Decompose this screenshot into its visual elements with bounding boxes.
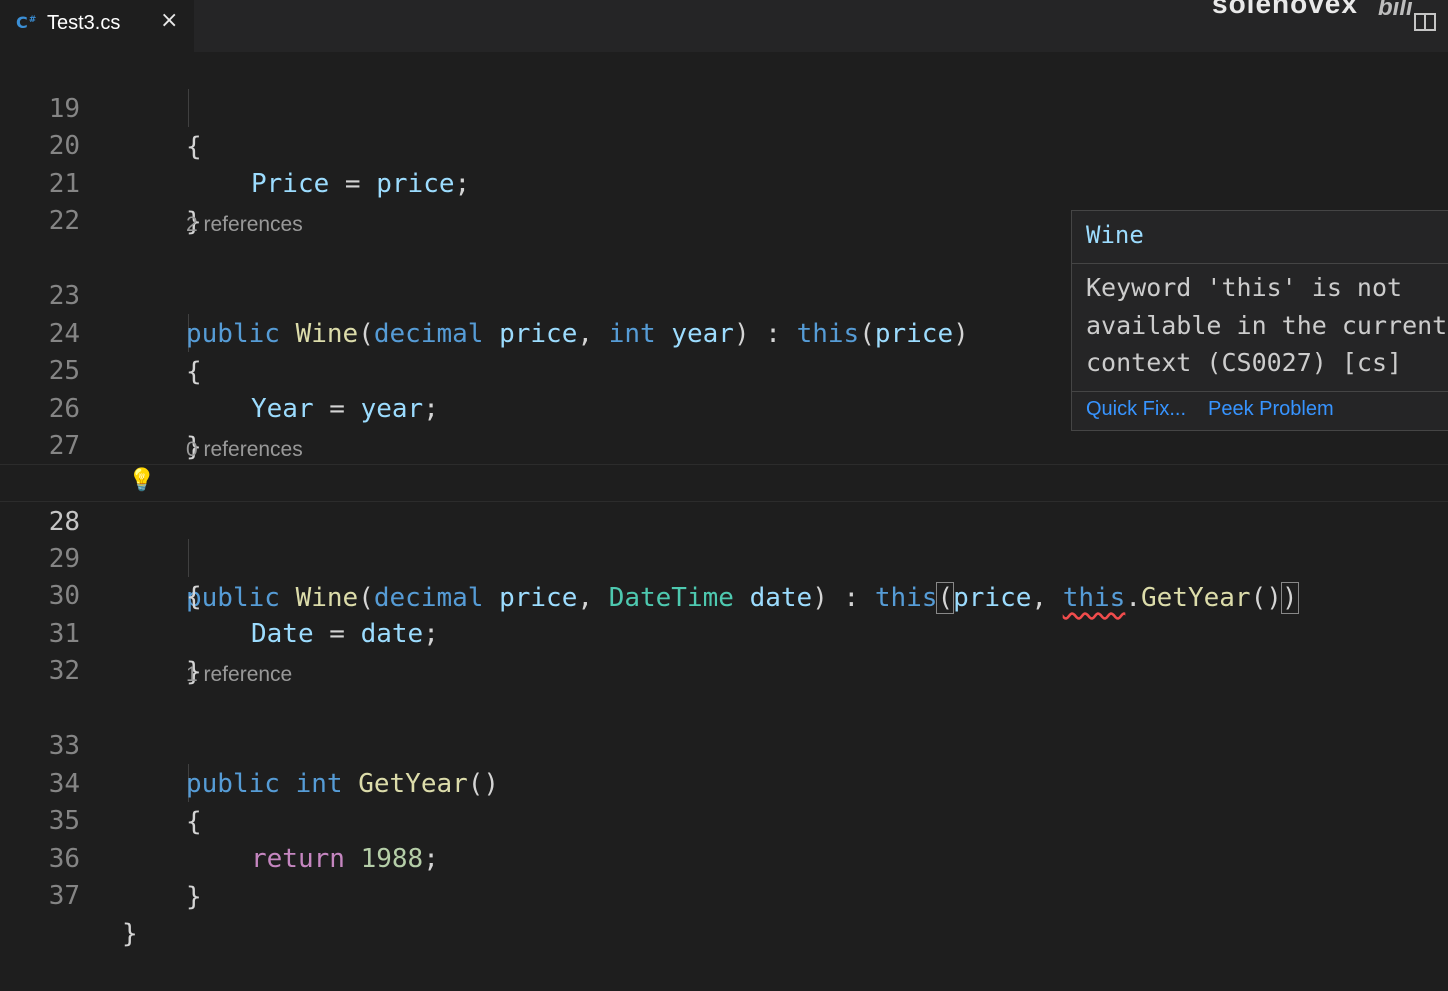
- lightbulb-icon[interactable]: 💡: [128, 465, 155, 503]
- line-number: 27: [48, 431, 80, 461]
- code-line: 22: [0, 164, 1448, 236]
- tab-label: Test3.cs: [47, 12, 121, 34]
- hover-title: Wine: [1086, 221, 1144, 249]
- line-number: 32: [48, 656, 80, 686]
- line-number: 37: [48, 881, 80, 911]
- divider: [1072, 263, 1448, 264]
- split-editor-icon[interactable]: [1414, 13, 1436, 31]
- code-line: 20 Price = price;: [0, 89, 1448, 199]
- code-line: 29 {: [0, 502, 1448, 612]
- line-number: 22: [48, 206, 80, 236]
- code-text: }: [186, 882, 202, 912]
- code-line: 36 }: [0, 802, 1448, 912]
- code-line: 33 public int GetYear(): [0, 689, 1448, 799]
- code-line: 31 }: [0, 577, 1448, 687]
- code-line: 19 {: [0, 52, 1448, 162]
- divider: [1072, 391, 1448, 392]
- codelens-references[interactable]: 0 references: [186, 433, 303, 467]
- code-line: 35 return 1988;: [0, 764, 1448, 874]
- code-line: 37 }: [0, 839, 1448, 949]
- code-line-current: 28 💡 public Wine(decimal price, DateTime…: [0, 464, 1448, 614]
- codelens-references[interactable]: 2 references: [186, 208, 303, 242]
- code-line: 30 Date = date;: [0, 539, 1448, 649]
- codelens-references[interactable]: 1 reference: [186, 658, 292, 692]
- tab-bar: C# Test3.cs × solenovex bili: [0, 0, 1448, 52]
- close-tab-button[interactable]: ×: [160, 8, 178, 33]
- code-line: 21 }: [0, 127, 1448, 237]
- code-line: 32: [0, 614, 1448, 686]
- quick-fix-link[interactable]: Quick Fix...: [1086, 398, 1186, 421]
- code-text: }: [122, 919, 138, 949]
- tab-test3-cs[interactable]: C# Test3.cs ×: [0, 0, 194, 52]
- peek-problem-link[interactable]: Peek Problem: [1208, 398, 1334, 421]
- error-hover-popup: Wine Keyword 'this' is not available in …: [1071, 210, 1448, 431]
- code-editor[interactable]: 19 { 20 Price = price; 21 } 22 2 referen…: [0, 52, 1448, 949]
- csharp-file-icon: C#: [16, 13, 37, 32]
- code-line: 34 {: [0, 727, 1448, 837]
- watermark-logo: bili: [1378, 0, 1413, 21]
- watermark-text: solenovex: [1212, 0, 1358, 19]
- error-message: Keyword 'this' is not available in the c…: [1086, 273, 1448, 377]
